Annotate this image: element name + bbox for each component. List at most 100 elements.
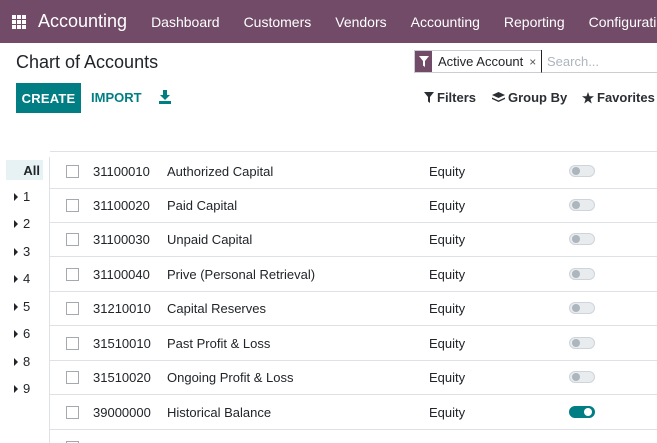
row-checkbox[interactable] [66,233,79,246]
toggle-knob [572,201,580,209]
reconcile-toggle[interactable] [569,337,595,349]
group-by-button[interactable]: Group By [492,90,567,105]
reconcile-toggle[interactable] [569,406,595,418]
sidebar-item-5[interactable]: 5 [0,299,46,314]
sidebar-item-8[interactable]: 8 [0,354,46,369]
sidebar-item-label: All [23,162,40,178]
row-checkbox[interactable] [66,199,79,212]
caret-right-icon [14,192,18,201]
sidebar-item-label: 2 [23,216,31,231]
caret-right-icon [14,219,18,228]
toggle-knob [572,235,580,243]
account-code: 31210010 [93,301,151,316]
sidebar-item-label: 9 [23,381,31,396]
sidebar-item-label: 1 [23,189,31,204]
row-checkbox[interactable] [66,268,79,281]
menu-accounting[interactable]: Accounting [399,14,492,30]
table-row[interactable]: 39000000 Historical Balance Equity [50,396,657,430]
reconcile-toggle[interactable] [569,233,595,245]
sidebar-item-1[interactable]: 1 [0,189,46,204]
caret-right-icon [14,357,18,366]
table-row[interactable] [50,431,657,443]
toggle-knob [572,304,580,312]
account-code: 31100010 [93,164,150,179]
account-name: Paid Capital [167,198,238,213]
account-code: 31100020 [93,198,150,213]
table-row[interactable]: 31100040 Prive (Personal Retrieval) Equi… [50,258,657,292]
caret-right-icon [14,302,18,311]
account-name: Authorized Capital [167,164,274,179]
caret-right-icon [14,274,18,283]
filter-facet-icon [415,51,432,72]
reconcile-toggle[interactable] [569,371,595,383]
table-row[interactable]: 31510010 Past Profit & Loss Equity [50,327,657,361]
reconcile-toggle[interactable] [569,268,595,280]
account-type: Equity [429,232,466,247]
table-row[interactable]: 31100030 Unpaid Capital Equity [50,223,657,257]
table-row[interactable]: 31210010 Capital Reserves Equity [50,292,657,326]
menu-reporting[interactable]: Reporting [492,14,577,30]
favorites-button[interactable]: Favorites [582,90,655,105]
reconcile-toggle[interactable] [569,199,595,211]
sidebar-item-label: 6 [23,326,31,341]
toggle-knob [572,167,580,175]
row-checkbox[interactable] [66,371,79,384]
account-code-sidebar: All 1 2 3 4 5 6 8 9 [0,157,50,443]
account-type: Equity [429,301,466,316]
search-facet: Active Account × [414,50,543,73]
row-checkbox[interactable] [66,337,79,350]
sidebar-item-9[interactable]: 9 [0,381,46,396]
row-checkbox[interactable] [66,406,79,419]
sidebar-item-6[interactable]: 6 [0,326,46,341]
download-icon[interactable] [158,90,172,104]
row-checkbox[interactable] [66,302,79,315]
sidebar-item-all[interactable]: All [6,160,43,180]
search-input[interactable] [541,50,657,73]
reconcile-toggle[interactable] [569,165,595,177]
app-name[interactable]: Accounting [38,11,127,32]
sidebar-item-2[interactable]: 2 [0,216,46,231]
menu-vendors[interactable]: Vendors [323,14,398,30]
caret-right-icon [14,247,18,256]
table-row[interactable]: 31100020 Paid Capital Equity [50,189,657,223]
page-title: Chart of Accounts [16,52,159,72]
filter-icon [424,92,434,103]
table-row[interactable]: 31510020 Ongoing Profit & Loss Equity [50,361,657,395]
facet-label: Active Account [432,51,530,72]
create-button[interactable]: CREATE [16,83,81,113]
sidebar-item-label: 5 [23,299,31,314]
caret-right-icon [14,329,18,338]
sidebar-item-4[interactable]: 4 [0,271,46,286]
group-by-label: Group By [508,90,568,105]
favorites-label: Favorites [597,90,655,105]
facet-remove-icon[interactable]: × [529,51,541,72]
sidebar-item-label: 8 [23,354,31,369]
row-checkbox[interactable] [66,165,79,178]
toggle-knob [584,408,592,416]
apps-menu-icon[interactable] [12,14,26,29]
filters-label: Filters [437,90,477,105]
account-code: 31510010 [93,336,151,351]
account-name: Past Profit & Loss [167,336,271,351]
sidebar-item-label: 3 [23,244,31,259]
toggle-knob [572,373,580,381]
filters-button[interactable]: Filters [424,90,476,105]
table-row[interactable]: 31100010 Authorized Capital Equity [50,155,657,189]
account-type: Equity [429,336,466,351]
toggle-knob [572,339,580,347]
menu-customers[interactable]: Customers [232,14,324,30]
top-navbar: Accounting Dashboard Customers Vendors A… [0,0,657,43]
layers-icon [492,91,505,102]
caret-right-icon [14,384,18,393]
import-button[interactable]: IMPORT [91,90,142,105]
sidebar-item-3[interactable]: 3 [0,244,46,259]
menu-configuration[interactable]: Configuration [577,14,657,30]
list-divider [50,151,657,152]
account-code: 31100040 [93,267,150,282]
star-icon [582,91,594,103]
account-type: Equity [429,370,466,385]
menu-dashboard[interactable]: Dashboard [139,14,232,30]
account-type: Equity [429,198,466,213]
account-type: Equity [429,267,466,282]
reconcile-toggle[interactable] [569,302,595,314]
